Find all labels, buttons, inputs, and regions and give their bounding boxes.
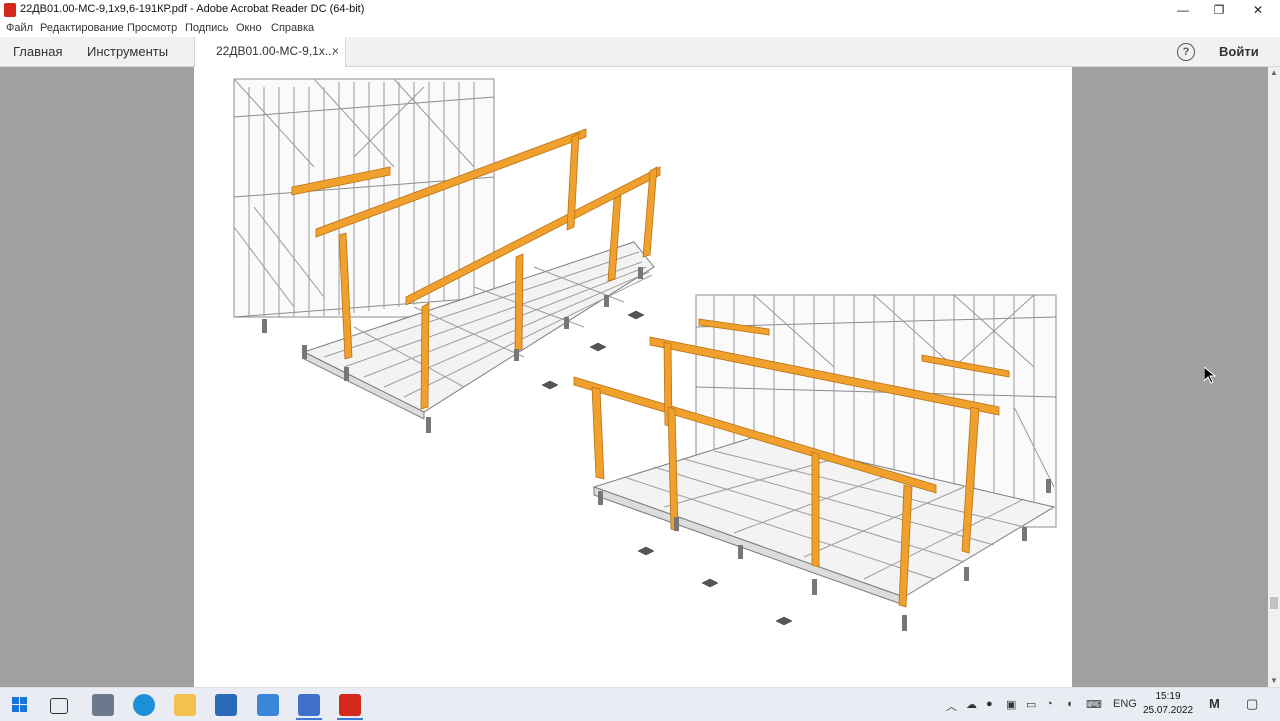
tab-close-icon[interactable]: × [332,37,339,66]
acrobat-taskbar-icon[interactable] [339,694,361,716]
menu-file[interactable]: Файл [6,22,33,34]
mail-icon[interactable] [257,694,279,716]
vertical-scrollbar[interactable]: ▲ ▼ [1268,67,1280,687]
help-icon[interactable]: ? [1177,43,1195,61]
tab-document-label: 22ДВ01.00-МС-9,1х... [216,44,335,58]
taskbar: ︿ ☁ ● ▣ ▭ ◔ ◖ ⌨ ENG 15:19 25.07.2022 M ▢ [0,687,1280,721]
document-viewer[interactable] [0,67,1268,687]
m-app-icon[interactable]: M [1209,696,1220,711]
chevron-up-icon[interactable]: ︿ [946,698,957,714]
close-button[interactable]: ✕ [1235,0,1280,20]
volume-icon[interactable]: ◖ [1066,698,1073,710]
menu-edit[interactable]: Редактирование [40,22,124,34]
scroll-up-icon[interactable]: ▲ [1268,67,1280,79]
windows-start-icon[interactable] [12,697,27,712]
language-indicator[interactable]: ENG [1113,698,1137,710]
notification-icon[interactable]: ▢ [1246,696,1258,712]
wifi-icon[interactable]: ◔ [1046,698,1053,710]
cloud-icon[interactable]: ☁ [966,698,977,711]
clock-time: 15:19 [1155,691,1181,702]
scrollbar-thumb[interactable] [1270,597,1278,609]
store-icon[interactable] [215,694,237,716]
menu-help[interactable]: Справка [271,22,314,34]
mouse-cursor-icon [1204,367,1216,384]
frame-house-drawing [233,78,1057,631]
acrobat-app-icon [4,3,16,17]
app-icon[interactable] [298,694,320,716]
keyboard-icon[interactable]: ⌨ [1086,698,1102,711]
pdf-page [194,67,1072,687]
menu-view[interactable]: Просмотр [127,22,177,34]
tab-document[interactable]: 22ДВ01.00-МС-9,1х... × [194,37,346,67]
battery-icon[interactable]: ▭ [1026,698,1036,711]
clock-date: 25.07.2022 [1142,705,1194,716]
left-house-frame [233,78,495,318]
file-explorer-icon[interactable] [174,694,196,716]
menu-sign[interactable]: Подпись [185,22,229,34]
tab-bar: Главная Инструменты 22ДВ01.00-МС-9,1х...… [0,37,1280,67]
menu-window[interactable]: Окно [236,22,262,34]
tab-home[interactable]: Главная [13,37,62,66]
window-title: 22ДВ01.00-МС-9,1х9,6-191КР.pdf - Adobe A… [20,3,365,15]
security-icon[interactable]: ▣ [1006,698,1016,711]
clock[interactable]: 15:19 25.07.2022 [1142,690,1194,718]
microphone-icon[interactable]: ● [986,698,993,710]
edge-browser-icon[interactable] [133,694,155,716]
menu-bar: Файл Редактирование Просмотр Подпись Окн… [0,20,1280,37]
title-bar: 22ДВ01.00-МС-9,1х9,6-191КР.pdf - Adobe A… [0,0,1280,20]
signin-button[interactable]: Войти [1219,37,1259,66]
calculator-icon[interactable] [92,694,114,716]
tab-tools[interactable]: Инструменты [87,37,168,66]
task-view-icon[interactable] [50,698,68,714]
scroll-down-icon[interactable]: ▼ [1268,675,1280,687]
